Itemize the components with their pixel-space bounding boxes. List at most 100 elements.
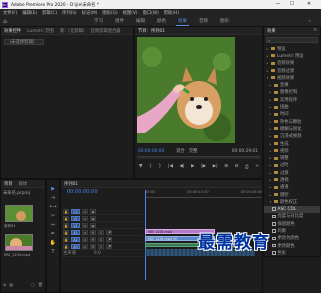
fit-dropdown[interactable]: 适合	[176, 148, 185, 154]
lock-track-icon[interactable]: 🔒	[63, 215, 69, 221]
expand-arrow-icon[interactable]: ▸	[266, 69, 269, 73]
expand-arrow-icon[interactable]: ▸	[269, 156, 272, 160]
clip-thumbnail-2[interactable]	[5, 234, 33, 251]
track-output-icon[interactable]: M	[90, 236, 96, 242]
lock-track-icon[interactable]: 🔒	[63, 236, 69, 242]
workspace-tab-3[interactable]: 颜色	[151, 18, 172, 24]
sync-lock-icon[interactable]: ⇄	[82, 215, 88, 221]
program-control-1[interactable]: {	[149, 164, 152, 171]
menu-item-5[interactable]: 图形(G)	[102, 10, 117, 16]
effects-list-item[interactable]: ▸ 调整	[264, 154, 320, 161]
more-workspaces-icon[interactable]: »	[308, 19, 311, 24]
track-target-button[interactable]: A2	[71, 236, 80, 242]
expand-arrow-icon[interactable]: ▸	[269, 142, 272, 146]
solo-button[interactable]: S	[98, 243, 104, 249]
tool-0[interactable]: ▶	[50, 186, 57, 193]
menu-item-2[interactable]: 剪辑(C)	[42, 10, 57, 16]
source-tab-1[interactable]: Lumetri 范围	[27, 28, 53, 34]
effects-list-item[interactable]: ▸ Lumetri 预设	[264, 52, 320, 59]
quality-dropdown[interactable]: 完整	[189, 148, 198, 154]
effects-list-item[interactable]: ▸ 杂色与颗粒	[264, 118, 320, 125]
program-control-9[interactable]: ⊟	[235, 164, 239, 171]
clip-dropdown[interactable]: （未选择剪辑）	[4, 39, 44, 45]
expand-arrow-icon[interactable]: ▾	[269, 200, 272, 204]
menu-item-8[interactable]: 帮助(H)	[164, 10, 179, 16]
workspace-tab-2[interactable]: 编辑	[130, 18, 151, 24]
project-tab-1[interactable]: 媒体	[19, 181, 28, 187]
expand-arrow-icon[interactable]: ▸	[266, 47, 269, 51]
effects-list-item[interactable]: ▸ 生成	[264, 140, 320, 147]
effects-list-item[interactable]: ▸ 音频效果	[264, 60, 320, 67]
tool-7[interactable]: T	[50, 249, 57, 256]
effects-list-item[interactable]: ▸ 沉浸式视频	[264, 133, 320, 140]
program-control-4[interactable]: ◀|	[180, 164, 185, 171]
effects-list-item[interactable]: ▸ 过时	[264, 162, 320, 169]
track-output-icon[interactable]: M	[90, 229, 96, 235]
program-control-3[interactable]: |◀	[168, 164, 173, 171]
solo-button[interactable]: S	[98, 229, 104, 235]
track-target-button[interactable]: V1	[71, 222, 80, 228]
track-target-button[interactable]: V3	[71, 208, 80, 214]
effects-list-item[interactable]: ▸ 键控	[264, 191, 320, 198]
solo-button[interactable]: S	[98, 236, 104, 242]
source-tab-2[interactable]: 源：(无剪辑)	[60, 28, 85, 34]
sync-lock-icon[interactable]: ⇄	[82, 236, 88, 242]
effects-list-item[interactable]: ▸ 扭曲	[264, 103, 320, 110]
track-target-button[interactable]: A3	[71, 243, 80, 249]
panel-menu-icon[interactable]: ≡	[313, 28, 317, 33]
source-tab-3[interactable]: 音频剪辑混合器	[91, 28, 121, 34]
effects-list-item[interactable]: ▸ 预设	[264, 45, 320, 52]
sync-lock-icon[interactable]: ⇄	[82, 208, 88, 214]
program-control-6[interactable]: |▶	[201, 164, 206, 171]
effects-list-item[interactable]: ▸ 变换	[264, 81, 320, 88]
program-control-10[interactable]: ⎙	[245, 164, 249, 171]
sync-lock-icon[interactable]: ⇄	[82, 243, 88, 249]
tab-effects[interactable]: 效果	[267, 28, 276, 34]
list-view-icon[interactable]: ≣	[3, 282, 6, 288]
effects-list-item[interactable]: ▸ 音频过渡	[264, 67, 320, 74]
lock-track-icon[interactable]: 🔒	[63, 229, 69, 235]
tool-3[interactable]: ✂	[50, 213, 57, 220]
expand-arrow-icon[interactable]: ▸	[269, 134, 272, 138]
effects-list-item[interactable]: ▸ 模糊与锐化	[264, 125, 320, 132]
maximize-button[interactable]: ☐	[286, 0, 298, 9]
effects-list-item[interactable]: ▸ 实用程序	[264, 96, 320, 103]
expand-arrow-icon[interactable]: ▸	[269, 112, 272, 116]
tool-4[interactable]: ⇔	[50, 222, 57, 229]
time-ruler[interactable]: 00:00 00:00:15:00 00:00:30:00	[145, 190, 262, 198]
expand-arrow-icon[interactable]: ▸	[266, 61, 269, 65]
voiceover-icon[interactable]: 🎤	[106, 243, 112, 249]
sync-lock-icon[interactable]: ⇄	[82, 229, 88, 235]
track-output-icon[interactable]: ◉	[90, 215, 96, 221]
tool-5[interactable]: ✒	[50, 231, 57, 238]
effects-list-item[interactable]: ▾ 视频效果	[264, 74, 320, 81]
track-target-button[interactable]: A1	[71, 229, 80, 235]
menu-item-1[interactable]: 编辑(E)	[22, 10, 37, 16]
trash-icon[interactable]: 🗑	[38, 282, 43, 288]
track-output-icon[interactable]: M	[90, 243, 96, 249]
menu-item-7[interactable]: 窗口(W)	[143, 10, 159, 16]
expand-arrow-icon[interactable]: ▸	[269, 90, 272, 94]
program-control-2[interactable]: }	[159, 164, 162, 171]
workspace-tab-4[interactable]: 效果	[172, 18, 193, 26]
workspace-tab-5[interactable]: 音频	[193, 18, 214, 24]
master-volume[interactable]: 0.0	[94, 251, 101, 256]
tool-6[interactable]: ✋	[50, 240, 57, 247]
lock-track-icon[interactable]: 🔒	[63, 243, 69, 249]
expand-arrow-icon[interactable]: ▸	[269, 98, 272, 102]
timeline-timecode[interactable]: 00:00:00:00	[67, 189, 98, 195]
program-control-0[interactable]: ▼	[139, 164, 142, 171]
clip-thumbnail-1[interactable]	[5, 205, 33, 222]
close-button[interactable]: ✕	[303, 0, 315, 9]
program-scrubber[interactable]	[137, 156, 260, 159]
project-tab-0[interactable]: 项目	[4, 181, 13, 187]
effects-list-item[interactable]: ▸ 图像控制	[264, 89, 320, 96]
minimize-button[interactable]: —	[272, 0, 284, 9]
effects-list-item[interactable]: ▸ 时间	[264, 111, 320, 118]
tab-program[interactable]: 节目：序列01	[138, 28, 165, 34]
home-icon[interactable]: ⌂	[0, 18, 10, 25]
voiceover-icon[interactable]: 🎤	[106, 236, 112, 242]
program-control-7[interactable]: ▶|	[213, 164, 218, 171]
program-timecode[interactable]: 00:00:00:00	[138, 149, 164, 154]
workspace-tab-6[interactable]: 图形	[214, 18, 235, 24]
